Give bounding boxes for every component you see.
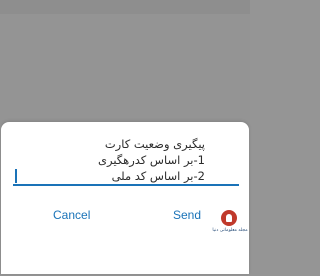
cancel-button[interactable]: Cancel — [49, 206, 94, 224]
status-bar-area — [0, 0, 250, 14]
watermark-text: مجله معلوماتی دنیا — [212, 228, 248, 233]
code-input-field[interactable] — [13, 166, 239, 186]
text-cursor — [15, 169, 17, 183]
input-field-container — [13, 166, 239, 188]
send-button[interactable]: Send — [169, 206, 205, 224]
watermark: مجله معلوماتی دنیا — [212, 210, 248, 266]
brand-logo-icon — [221, 210, 237, 226]
message-line-title: پیگیری وضعیت کارت — [104, 137, 205, 151]
